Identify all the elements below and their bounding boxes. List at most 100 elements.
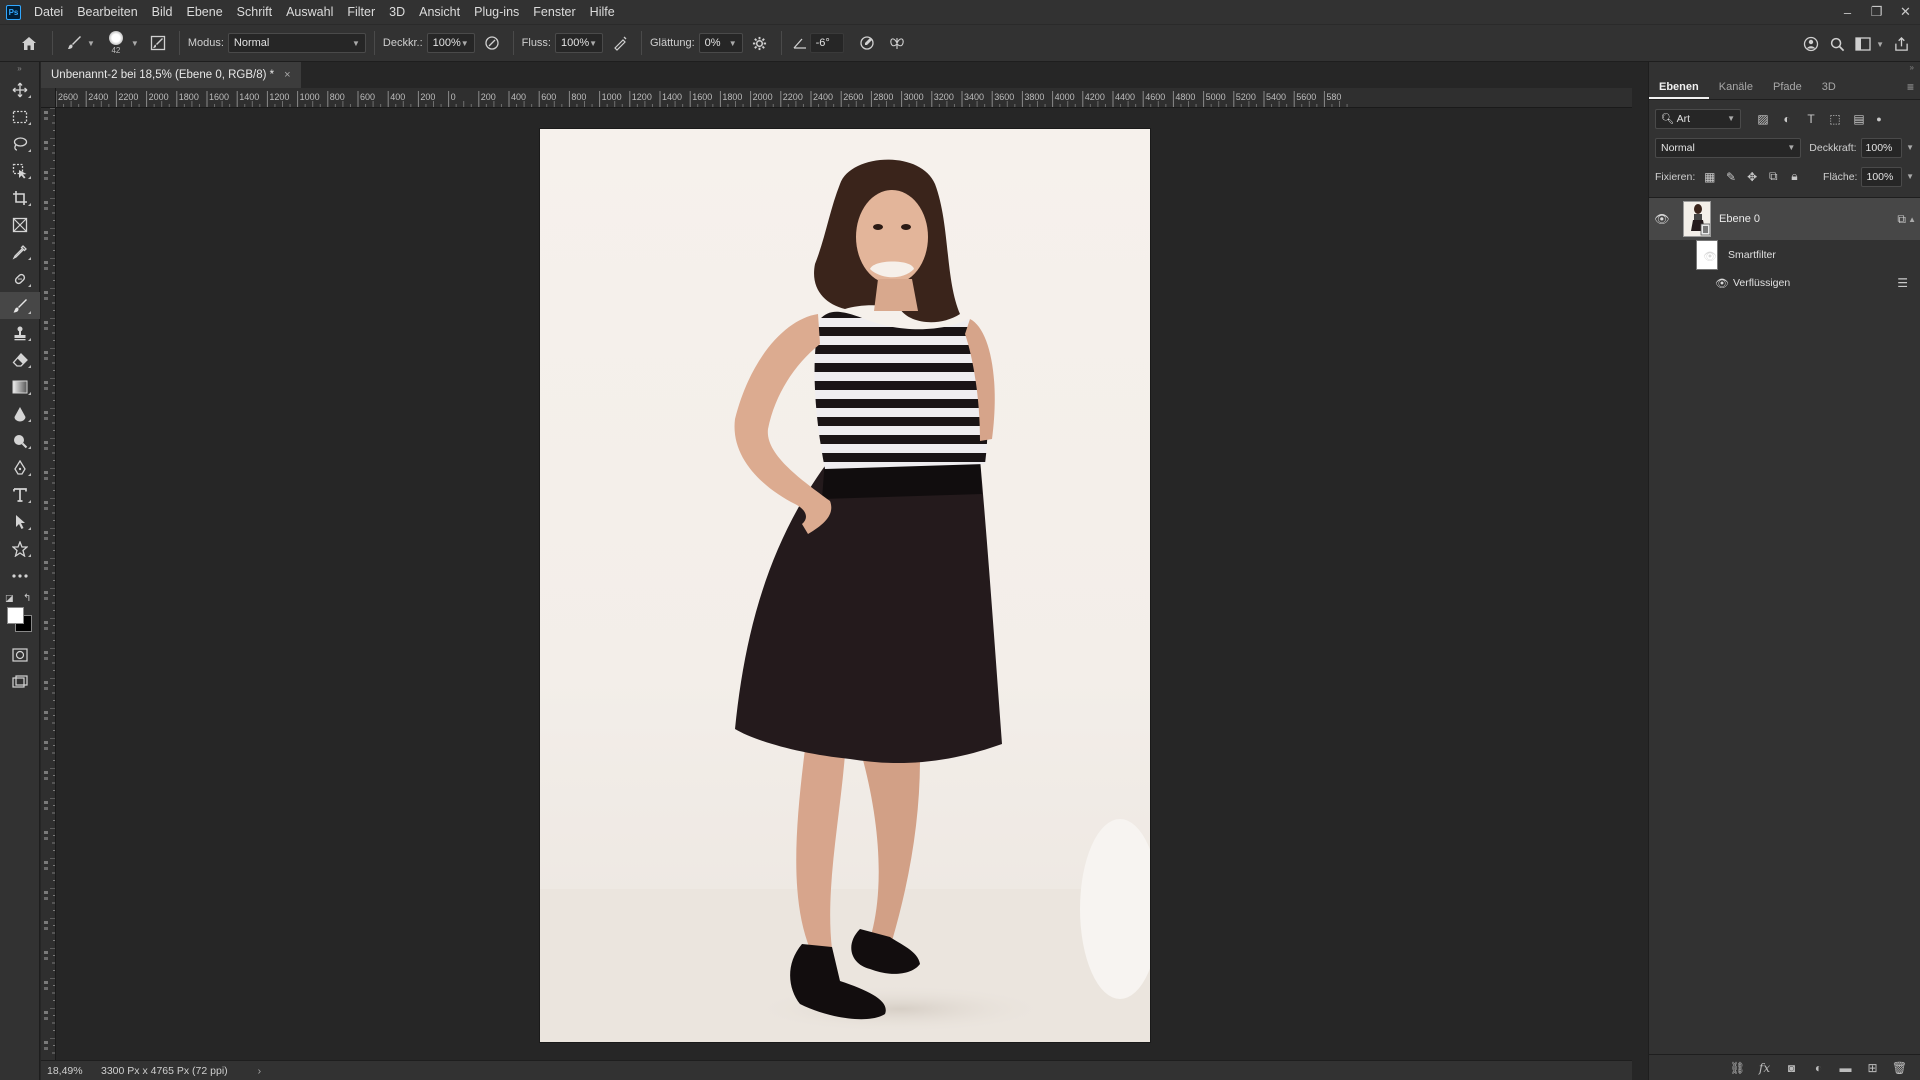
dodge-tool-icon[interactable]: [0, 427, 40, 454]
search-icon[interactable]: [1824, 31, 1850, 57]
path-selection-icon[interactable]: [0, 508, 40, 535]
vertical-ruler[interactable]: [41, 108, 56, 1060]
delete-layer-trash-icon[interactable]: 🗑︎: [1886, 1061, 1913, 1075]
close-document-icon[interactable]: ×: [284, 69, 290, 81]
menu-schrift[interactable]: Schrift: [230, 0, 279, 24]
tab-pfade[interactable]: Pfade: [1763, 75, 1812, 99]
fill-caret-icon[interactable]: ▼: [1906, 172, 1914, 181]
filter-name[interactable]: Verflüssigen: [1733, 277, 1790, 289]
layer-visibility-eye-icon[interactable]: 👁︎: [1649, 212, 1675, 226]
airbrush-icon[interactable]: [607, 30, 633, 56]
link-layers-icon[interactable]: ⛓︎: [1724, 1061, 1751, 1075]
document-canvas[interactable]: [540, 129, 1150, 1042]
blend-mode-select[interactable]: Normal ▼: [1655, 137, 1802, 158]
layer-style-fx-icon[interactable]: fx: [1751, 1061, 1778, 1075]
pen-tool-icon[interactable]: [0, 454, 40, 481]
frame-tool-icon[interactable]: [0, 211, 40, 238]
lock-artboard-icon[interactable]: ⧉: [1763, 169, 1784, 184]
eyedropper-icon[interactable]: [0, 238, 40, 265]
menu-hilfe[interactable]: Hilfe: [583, 0, 622, 24]
menu-auswahl[interactable]: Auswahl: [279, 0, 340, 24]
fluss-input[interactable]: 100% ▼: [555, 33, 603, 53]
lock-image-pixels-icon[interactable]: ✎: [1720, 170, 1741, 184]
deckkraft-input[interactable]: 100% ▼: [426, 33, 475, 53]
custom-shape-icon[interactable]: [0, 535, 40, 562]
add-mask-icon[interactable]: ◙: [1778, 1061, 1805, 1075]
lasso-tool-icon[interactable]: [0, 130, 40, 157]
filter-type-layer-icon[interactable]: T: [1799, 112, 1823, 126]
restore-button[interactable]: ❐: [1862, 0, 1891, 24]
ruler-origin[interactable]: [41, 88, 56, 108]
pressure-size-icon[interactable]: [854, 30, 880, 56]
lock-transparent-pixels-icon[interactable]: ▦: [1699, 170, 1720, 184]
filter-toggle-icon[interactable]: ●: [1871, 114, 1887, 124]
smoothing-options-gear-icon[interactable]: [747, 30, 773, 56]
panel-menu-icon[interactable]: ≡: [1907, 80, 1914, 94]
menu-plugins[interactable]: Plug-ins: [467, 0, 526, 24]
close-window-button[interactable]: ✕: [1891, 0, 1920, 24]
filter-pixel-layer-icon[interactable]: ▨: [1751, 112, 1775, 126]
filter-row[interactable]: 👁︎ Verflüssigen ☰: [1649, 270, 1920, 296]
learn-person-icon[interactable]: [1798, 31, 1824, 57]
clone-stamp-icon[interactable]: [0, 319, 40, 346]
home-icon[interactable]: [14, 30, 44, 56]
menu-filter[interactable]: Filter: [340, 0, 382, 24]
brush-settings-icon[interactable]: [145, 30, 171, 56]
workspace-caret-icon[interactable]: ▼: [1876, 40, 1884, 49]
smart-filter-badge-icon[interactable]: ⧉: [1897, 212, 1906, 227]
glaettung-input[interactable]: 0% ▼: [698, 33, 743, 53]
layer-row[interactable]: 👁︎ Ebene 0 ⧉ ▲: [1649, 198, 1920, 240]
collapse-effects-icon[interactable]: ▲: [1908, 215, 1916, 224]
lock-all-icon[interactable]: 🔒︎: [1784, 169, 1805, 184]
smart-filter-visibility-eye-icon[interactable]: 👁︎: [1703, 250, 1717, 263]
swap-colors-icon[interactable]: ↰: [23, 593, 31, 604]
foreground-color-swatch[interactable]: [7, 607, 24, 624]
tab-ebenen[interactable]: Ebenen: [1649, 75, 1709, 99]
zoom-level[interactable]: 18,49%: [41, 1065, 91, 1077]
menu-ebene[interactable]: Ebene: [180, 0, 230, 24]
document-tab[interactable]: Unbenannt-2 bei 18,5% (Ebene 0, RGB/8) *…: [41, 62, 301, 88]
brush-preset-picker[interactable]: 42: [101, 27, 131, 59]
blur-tool-icon[interactable]: [0, 400, 40, 427]
share-icon[interactable]: [1888, 31, 1914, 57]
pressure-opacity-icon[interactable]: [479, 30, 505, 56]
panel-collapse-icon[interactable]: »: [1649, 62, 1920, 74]
brush-tool-icon[interactable]: [61, 30, 87, 56]
menu-3d[interactable]: 3D: [382, 0, 412, 24]
tab-kanaele[interactable]: Kanäle: [1709, 75, 1763, 99]
brush-tool-active-icon[interactable]: [0, 292, 40, 319]
status-menu-arrow-icon[interactable]: ›: [258, 1065, 262, 1077]
layer-name[interactable]: Ebene 0: [1719, 213, 1760, 225]
object-selection-icon[interactable]: [0, 157, 40, 184]
lock-position-icon[interactable]: ✥: [1742, 170, 1763, 184]
crop-tool-icon[interactable]: [0, 184, 40, 211]
filter-visibility-eye-icon[interactable]: 👁︎: [1715, 277, 1729, 290]
fill-input[interactable]: 100%: [1861, 166, 1903, 187]
workspace-icon[interactable]: [1850, 31, 1876, 57]
menu-fenster[interactable]: Fenster: [526, 0, 582, 24]
menu-ansicht[interactable]: Ansicht: [412, 0, 467, 24]
menu-datei[interactable]: Datei: [27, 0, 70, 24]
eraser-tool-icon[interactable]: [0, 346, 40, 373]
tab-3d[interactable]: 3D: [1812, 75, 1846, 99]
rectangular-marquee-icon[interactable]: [0, 103, 40, 130]
opacity-input[interactable]: 100%: [1860, 137, 1903, 158]
opacity-caret-icon[interactable]: ▼: [1906, 143, 1914, 152]
brush-angle-input[interactable]: -6°: [809, 33, 844, 53]
horizontal-ruler[interactable]: 2600 2400 2200 2000 1800 1600 1400 1200 1000 800 6…: [56, 88, 1632, 108]
more-tools-icon[interactable]: [0, 562, 40, 589]
filter-shape-layer-icon[interactable]: ⬚: [1823, 112, 1847, 126]
smart-filter-row[interactable]: 👁︎ Smartfilter: [1649, 240, 1920, 270]
filter-smart-object-icon[interactable]: ▤: [1847, 112, 1871, 126]
type-tool-icon[interactable]: [0, 481, 40, 508]
symmetry-butterfly-icon[interactable]: [884, 30, 910, 56]
menu-bearbeiten[interactable]: Bearbeiten: [70, 0, 144, 24]
healing-brush-icon[interactable]: [0, 265, 40, 292]
quick-mask-icon[interactable]: [0, 641, 40, 668]
layer-filter-kind-select[interactable]: 🔍︎ Art ▼: [1655, 108, 1741, 129]
new-group-folder-icon[interactable]: ▬: [1832, 1061, 1859, 1075]
minimize-button[interactable]: –: [1833, 0, 1862, 24]
new-layer-icon[interactable]: ⊞: [1859, 1061, 1886, 1075]
menu-bild[interactable]: Bild: [145, 0, 180, 24]
filter-blending-options-icon[interactable]: ☰: [1897, 276, 1908, 290]
